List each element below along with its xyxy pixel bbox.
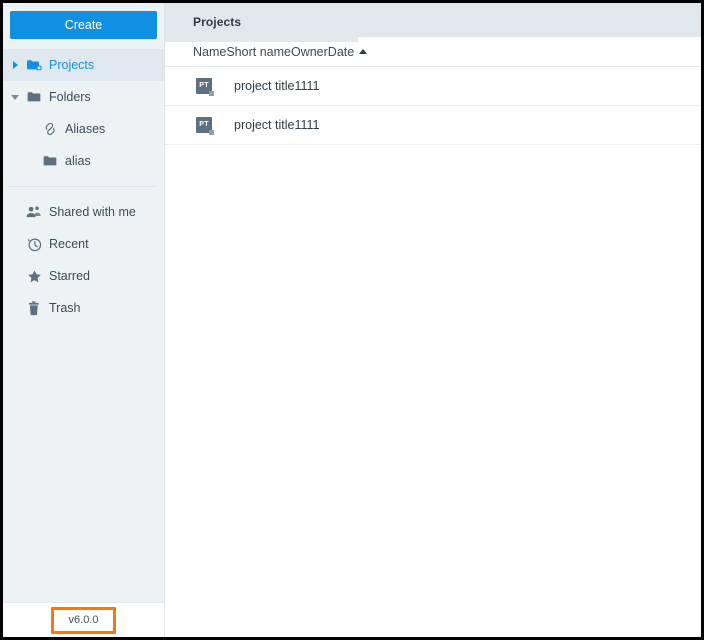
project-list: PT project title1111 PT project title111…	[165, 67, 701, 637]
sidebar-divider	[9, 186, 156, 187]
sidebar-item-folders[interactable]: Folders	[3, 81, 164, 113]
star-icon	[23, 269, 45, 284]
sidebar-secondary-nav: Shared with me Recent Starred Trash	[3, 196, 164, 324]
breadcrumb-bar: Projects	[165, 3, 701, 42]
sidebar-item-label: Shared with me	[49, 205, 136, 219]
version-row: v6.0.0	[3, 602, 164, 637]
sidebar-item-label: Trash	[49, 301, 81, 315]
sidebar-item-alias[interactable]: alias	[3, 145, 164, 177]
app-window: Create Projects Folders Aliases alias Sh…	[0, 0, 704, 640]
chevron-right-icon[interactable]	[7, 61, 23, 69]
main-panel: Projects Name Short name Owner Date PT p…	[165, 3, 701, 637]
sidebar: Create Projects Folders Aliases alias Sh…	[3, 3, 165, 637]
sidebar-item-label: Aliases	[65, 122, 106, 136]
people-icon	[23, 205, 45, 219]
column-header-date[interactable]: Date	[328, 45, 354, 59]
project-title[interactable]: project title1111	[212, 118, 319, 132]
project-icon: PT	[196, 78, 214, 96]
create-button-container: Create	[3, 3, 164, 49]
folder-icon	[39, 155, 61, 168]
project-icon: PT	[196, 117, 214, 135]
table-row[interactable]: PT project title1111	[165, 106, 701, 145]
breadcrumb: Projects	[193, 15, 242, 29]
sidebar-primary-nav: Projects Folders Aliases alias	[3, 49, 164, 177]
sidebar-item-shared-with-me[interactable]: Shared with me	[3, 196, 164, 228]
table-row[interactable]: PT project title1111	[165, 67, 701, 106]
sidebar-item-projects[interactable]: Projects	[3, 49, 164, 81]
sidebar-item-label: alias	[65, 154, 91, 168]
sidebar-item-label: Projects	[49, 58, 95, 72]
sidebar-item-label: Recent	[49, 237, 89, 251]
folder-icon	[23, 91, 45, 104]
column-header-owner[interactable]: Owner	[291, 45, 328, 59]
clock-icon	[23, 237, 45, 252]
folders-icon	[23, 59, 45, 72]
sidebar-item-recent[interactable]: Recent	[3, 228, 164, 260]
sort-ascending-icon[interactable]	[359, 49, 368, 54]
sidebar-item-trash[interactable]: Trash	[3, 292, 164, 324]
column-header-short-name[interactable]: Short name	[226, 45, 291, 59]
column-header-name[interactable]: Name	[193, 45, 226, 59]
project-title[interactable]: project title1111	[212, 79, 319, 93]
sidebar-item-label: Folders	[49, 90, 91, 104]
chevron-down-icon[interactable]	[7, 94, 23, 100]
sidebar-item-label: Starred	[49, 269, 90, 283]
version-badge: v6.0.0	[50, 606, 117, 634]
link-icon	[39, 122, 61, 136]
sidebar-item-starred[interactable]: Starred	[3, 260, 164, 292]
create-button[interactable]: Create	[10, 11, 157, 39]
trash-icon	[23, 300, 45, 316]
app-body: Create Projects Folders Aliases alias Sh…	[3, 3, 701, 637]
sidebar-item-aliases[interactable]: Aliases	[3, 113, 164, 145]
